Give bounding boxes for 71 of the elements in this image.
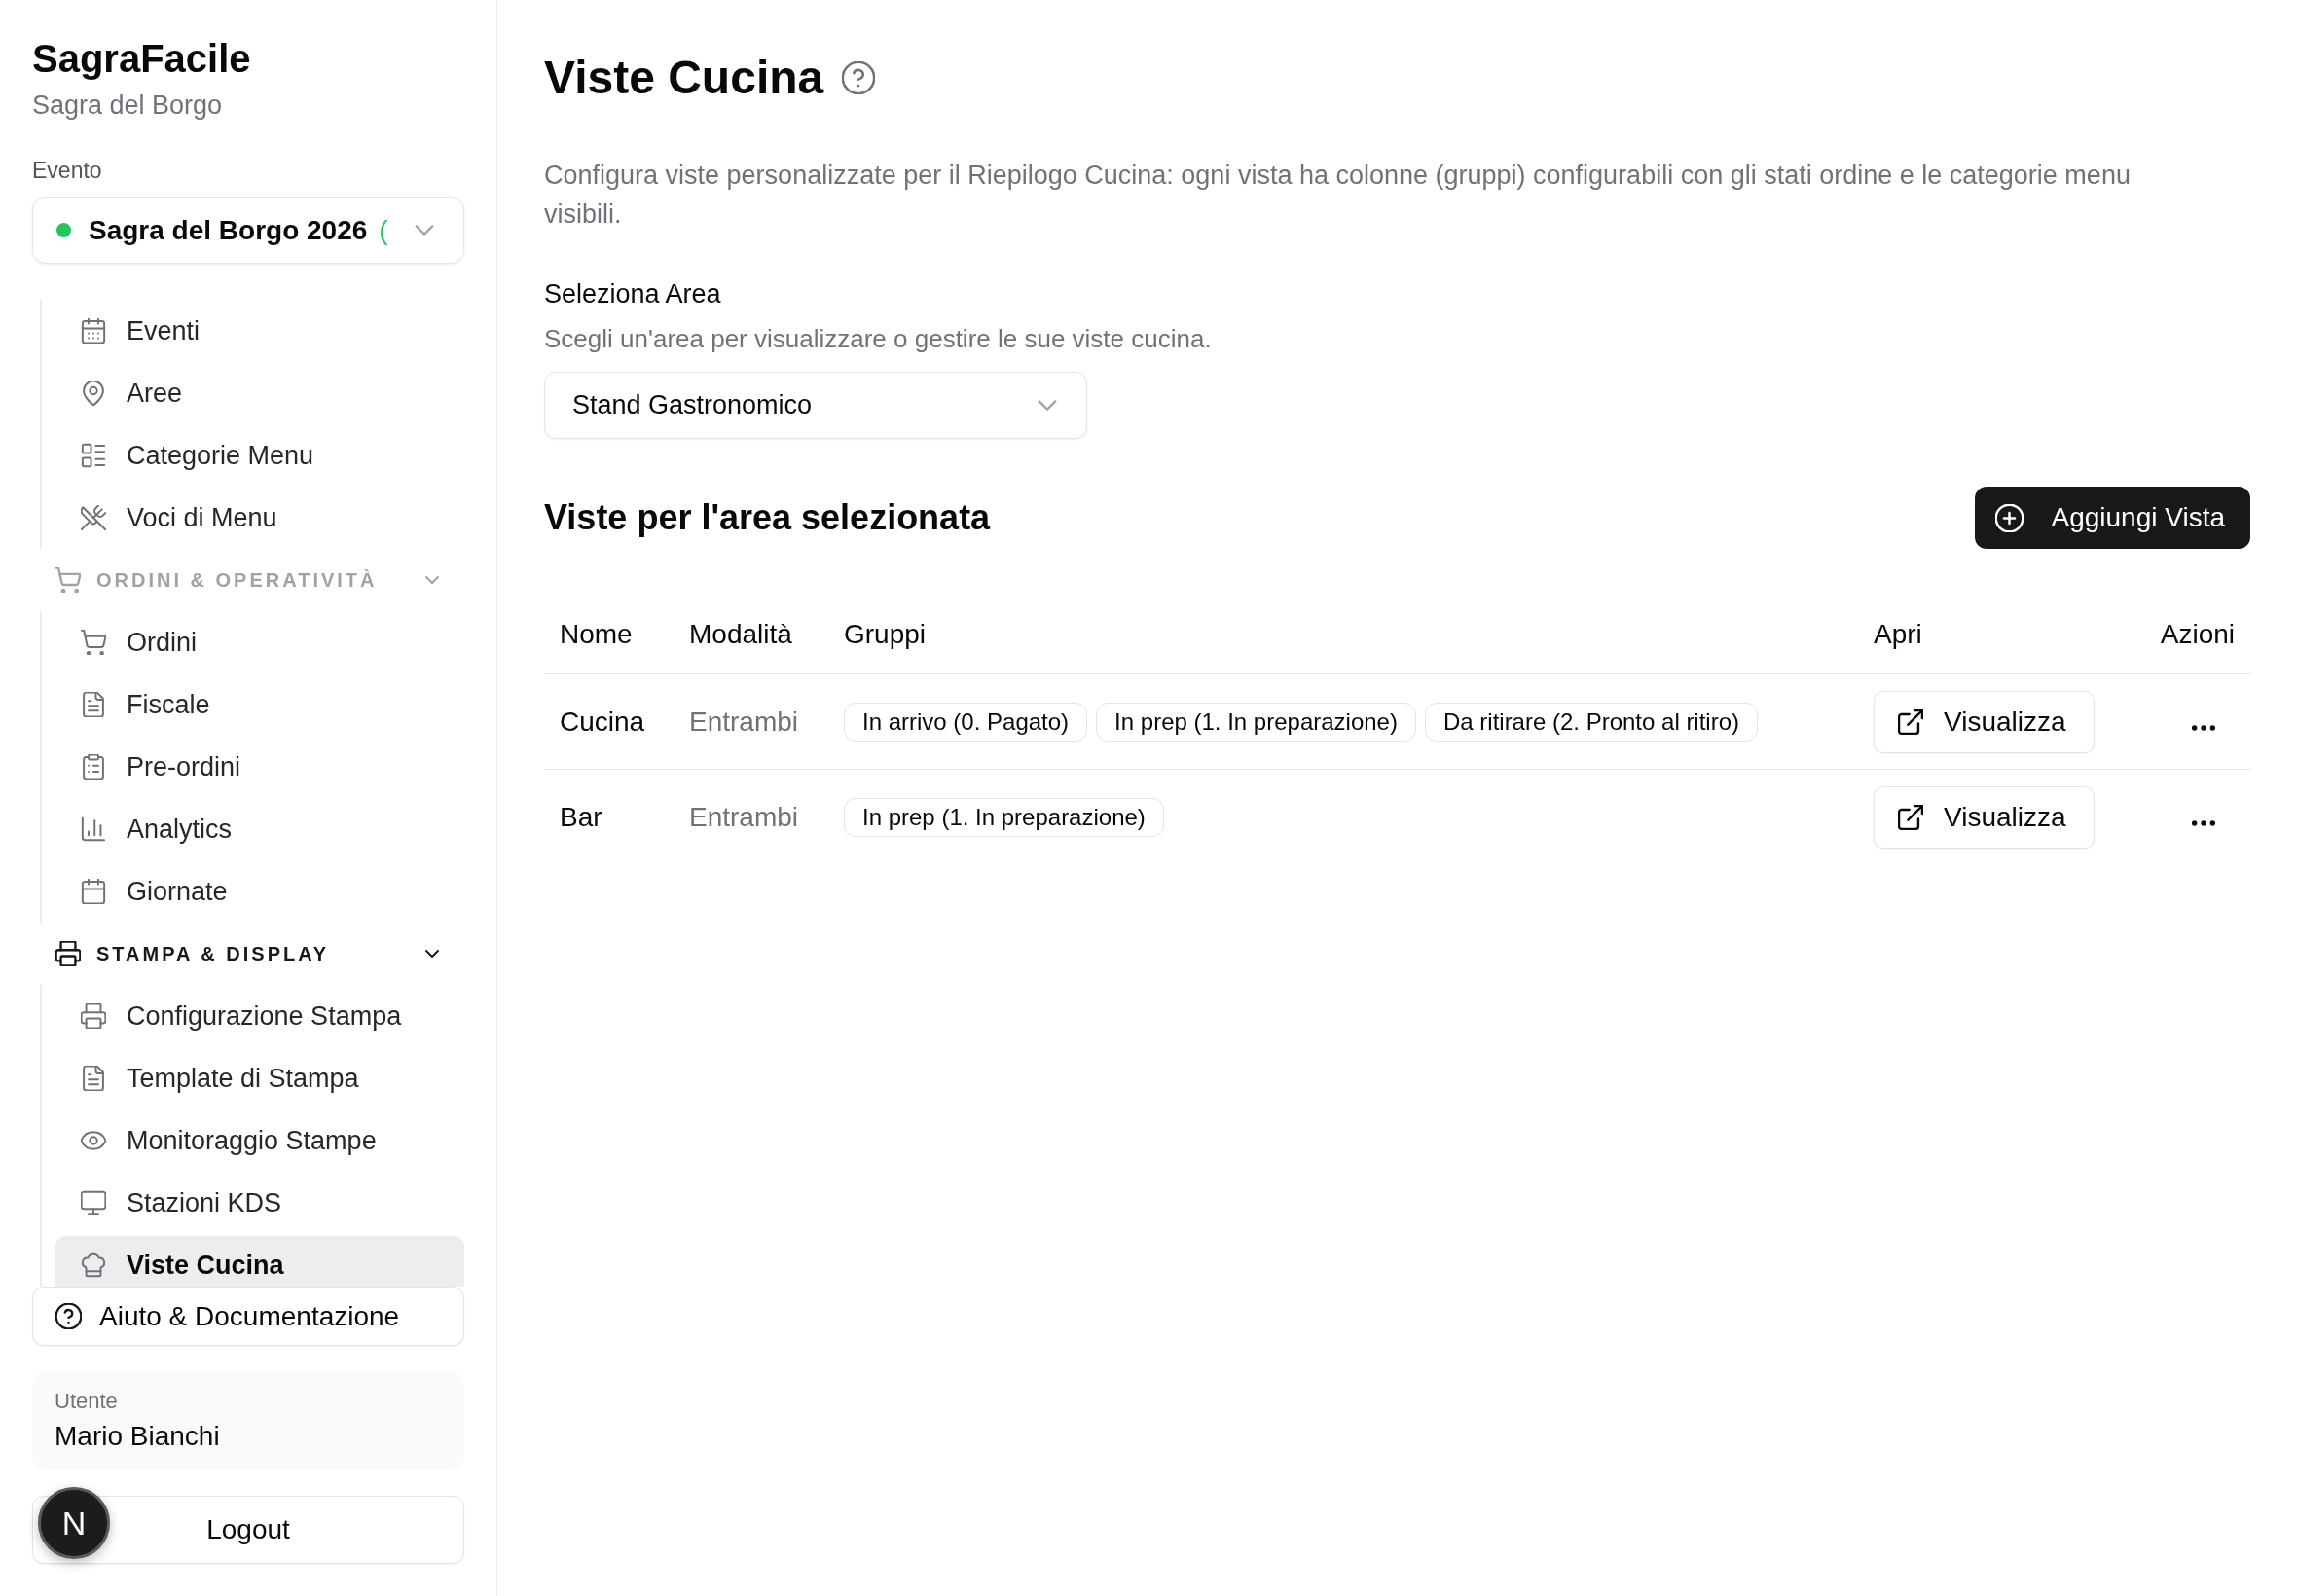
nav-item[interactable]: Viste Cucina [55, 1236, 464, 1287]
nav-item[interactable]: Configurazione Stampa [55, 987, 464, 1045]
nav-item[interactable]: Voci di Menu [55, 489, 464, 547]
nav-item[interactable]: Aree [55, 364, 464, 422]
clipboard-list-icon [81, 754, 106, 780]
nav-item[interactable]: Analytics [55, 800, 464, 858]
more-icon[interactable] [2192, 724, 2215, 731]
column-header: Gruppi [844, 619, 927, 649]
column-header: Nome [560, 619, 633, 649]
document-icon [81, 692, 106, 717]
event-select[interactable]: Sagra del Borgo 2026 ( [32, 197, 464, 264]
list-icon [81, 443, 106, 468]
group-tag: Da ritirare (2. Pronto al ritiro) [1424, 702, 1759, 742]
column-header: Azioni [2160, 619, 2235, 649]
nav-item[interactable]: Template di Stampa [55, 1049, 464, 1107]
nav-item[interactable]: Categorie Menu [55, 426, 464, 485]
field-hint: Scegli un'area per visualizzare o gestire le sue viste cucina. [544, 323, 1213, 355]
chevron-down-icon [415, 225, 434, 236]
external-link-icon [1898, 708, 1923, 735]
nav-item[interactable]: Fiscale [55, 675, 464, 734]
column-header: Modalità [689, 619, 792, 649]
group-tag: In arrivo (0. Pagato) [844, 702, 1088, 742]
open-view-button[interactable]: Visualizza [1874, 690, 2095, 753]
nav-item[interactable]: Monitoraggio Stampe [55, 1111, 464, 1170]
more-icon[interactable] [2192, 819, 2215, 826]
page-description: Configura viste personalizzate per il Riepilogo Cucina: ogni vista ha colonne (gruppi) configurabili con gli stati ordine e le categorie menu visibili. [544, 160, 2132, 231]
chevron-down-icon [425, 950, 439, 958]
field-label: Evento [32, 157, 103, 185]
help-icon[interactable] [842, 61, 876, 94]
chevron-down-icon [425, 576, 439, 584]
user-label: Utente [55, 1388, 119, 1415]
crossed-utensils-icon [81, 505, 106, 530]
section-title: Viste per l'area selezionata [544, 497, 991, 538]
page-title: Viste Cucina [544, 51, 824, 105]
app-title: SagraFacile [32, 36, 252, 82]
bar-chart-icon [81, 816, 106, 842]
cart-icon [55, 567, 81, 593]
nav-item[interactable]: Stazioni KDS [55, 1174, 464, 1232]
group-tag: In prep (1. In preparazione) [1096, 702, 1416, 742]
map-pin-icon [81, 381, 106, 406]
column-header: Apri [1874, 619, 1922, 649]
nav-item[interactable]: Eventi [55, 302, 464, 360]
printer-icon [55, 941, 81, 966]
table-cell: Bar [560, 801, 602, 832]
table-cell: Entrambi [689, 706, 799, 737]
table-cell: Cucina [560, 706, 645, 737]
calendar-icon [81, 318, 106, 344]
area-select[interactable]: Stand Gastronomico [544, 372, 1087, 439]
nav-section-toggle[interactable]: STAMPA & DISPLAY [32, 923, 464, 985]
monitor-icon [81, 1190, 106, 1215]
eye-icon [81, 1128, 106, 1153]
help-button[interactable]: Aiuto & Documentazione [32, 1287, 464, 1346]
printer-icon [81, 1003, 106, 1029]
open-view-button[interactable]: Visualizza [1874, 785, 2095, 849]
add-view-button[interactable]: Aggiungi Vista [1974, 487, 2250, 549]
app-subtitle: Sagra del Borgo [32, 90, 224, 122]
nav-item[interactable]: Pre-ordini [55, 738, 464, 796]
document-icon [81, 1066, 106, 1091]
table-cell: Entrambi [689, 801, 799, 832]
group-tag: In prep (1. In preparazione) [844, 797, 1164, 837]
cart-icon [81, 630, 106, 655]
nav-item[interactable]: Ordini [55, 613, 464, 671]
chef-hat-icon [81, 1252, 106, 1278]
help-icon [55, 1303, 82, 1329]
field-label: Seleziona Area [544, 278, 722, 310]
external-link-icon [1898, 804, 1923, 830]
calendar-icon [81, 879, 106, 904]
nav-item[interactable]: Giornate [55, 862, 464, 921]
plus-circle-icon [1994, 503, 2024, 532]
chevron-down-icon [1038, 400, 1057, 411]
user-name: Mario Bianchi [55, 1420, 221, 1453]
